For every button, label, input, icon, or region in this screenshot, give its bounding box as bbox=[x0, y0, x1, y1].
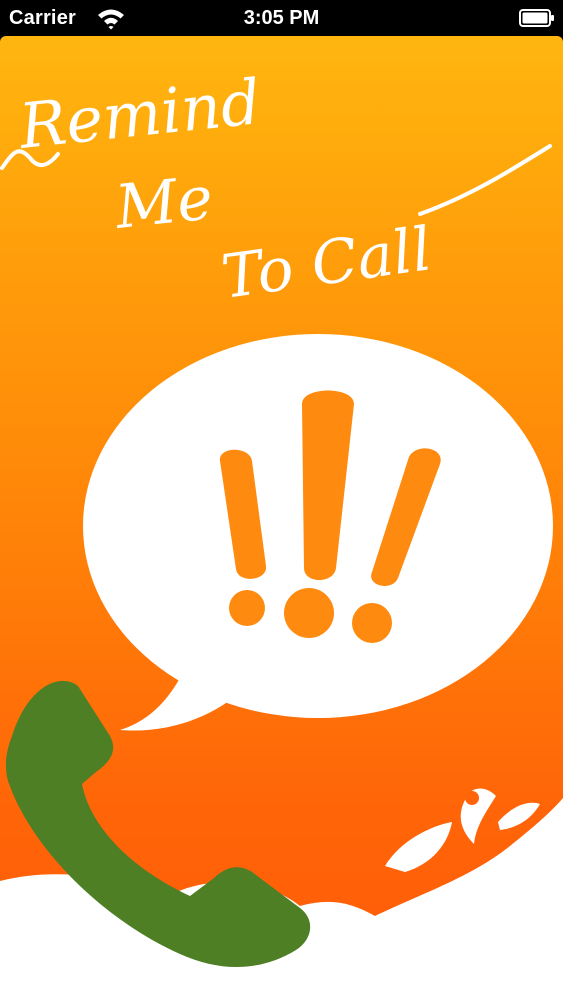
title-line-me: Me bbox=[111, 163, 216, 243]
battery-icon bbox=[519, 9, 554, 27]
splash-screen: Remind Me To Call bbox=[0, 36, 563, 1000]
status-time: 3:05 PM bbox=[243, 7, 320, 29]
status-bar: Carrier 3:05 PM bbox=[0, 0, 563, 36]
splash-artwork: Remind Me To Call bbox=[0, 65, 563, 1000]
app-screen: Carrier 3:05 PM Remind Me To Call bbox=[0, 0, 563, 1000]
app-title: Remind Me To Call bbox=[15, 65, 436, 313]
title-line-remind: Remind bbox=[15, 65, 264, 163]
title-line-to-call: To Call bbox=[217, 214, 435, 313]
